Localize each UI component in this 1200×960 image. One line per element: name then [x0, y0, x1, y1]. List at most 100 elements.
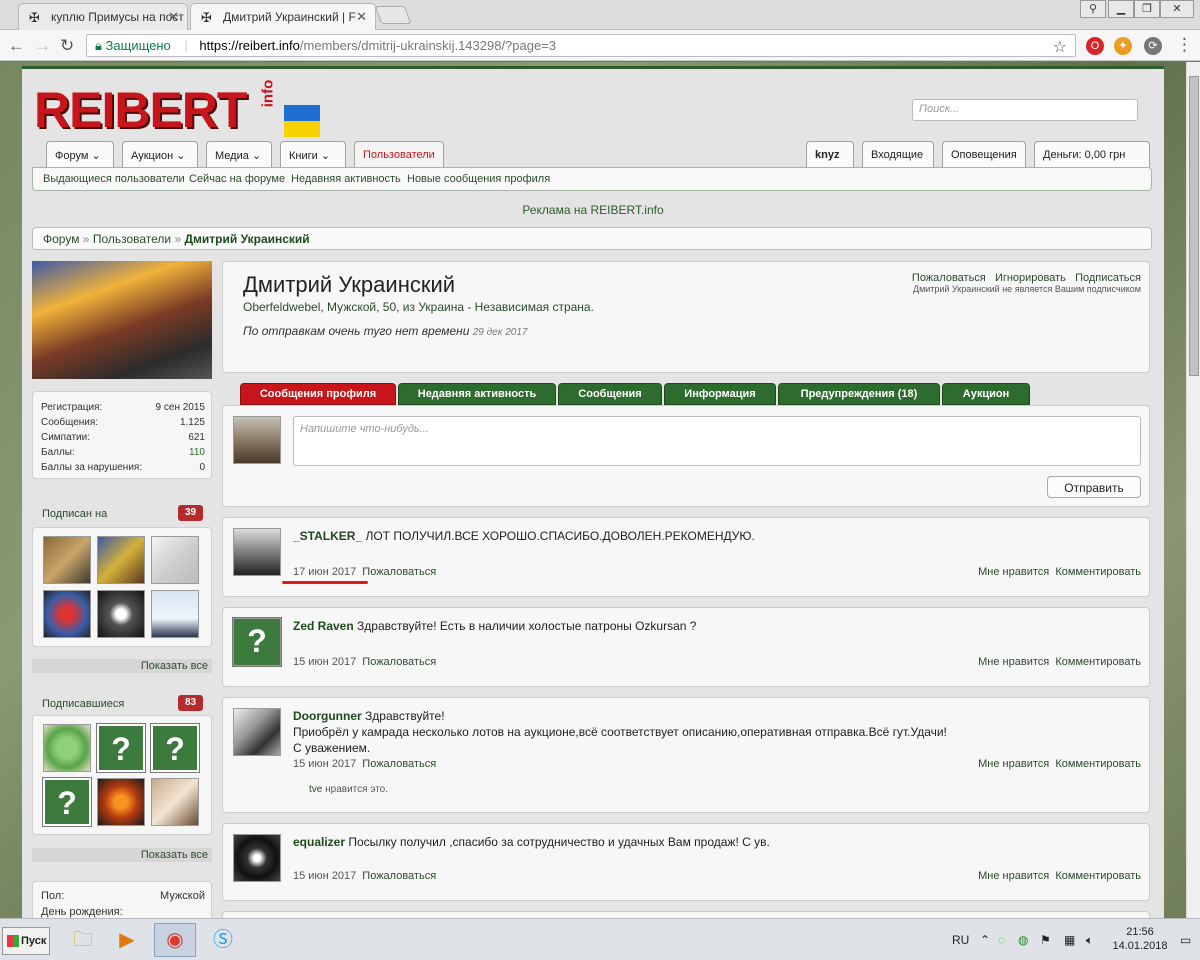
- media-player-icon[interactable]: ▶: [106, 923, 148, 957]
- send-button[interactable]: Отправить: [1047, 476, 1141, 498]
- message-author[interactable]: Zed Raven: [293, 619, 354, 633]
- report-link[interactable]: Пожаловаться: [362, 656, 436, 668]
- like-link[interactable]: Мне нравится: [978, 656, 1049, 668]
- like-link[interactable]: Мне нравится: [978, 758, 1049, 770]
- subnav-new-profile-posts[interactable]: Новые сообщения профиля: [407, 173, 550, 185]
- message-date[interactable]: 15 июн 2017: [293, 758, 356, 770]
- message-date[interactable]: 15 июн 2017: [293, 870, 356, 882]
- report-link[interactable]: Пожаловаться: [362, 870, 436, 882]
- system-clock[interactable]: 21:56 14.01.2018: [1110, 925, 1170, 953]
- tray-app-icon[interactable]: ◍: [1018, 933, 1028, 947]
- like-link[interactable]: Мне нравится: [978, 566, 1049, 578]
- message-avatar[interactable]: [233, 834, 281, 882]
- menu-dots-icon[interactable]: ⋮: [1176, 35, 1193, 55]
- nav-books[interactable]: Книги ⌄: [280, 141, 346, 167]
- follower-avatar[interactable]: [43, 724, 91, 772]
- tab-warnings[interactable]: Предупреждения (18): [778, 383, 940, 405]
- minimize-icon[interactable]: ▁: [1108, 0, 1134, 18]
- following-show-all-link[interactable]: Показать все: [32, 659, 212, 673]
- following-avatar[interactable]: [97, 590, 145, 638]
- user-icon[interactable]: ⚲: [1080, 0, 1106, 18]
- report-link[interactable]: Пожаловаться: [362, 566, 436, 578]
- profile-post-textarea[interactable]: Напишите что-нибудь...: [293, 416, 1141, 466]
- message-author[interactable]: _STALKER_: [293, 529, 362, 543]
- new-tab-button[interactable]: [374, 6, 412, 24]
- language-indicator[interactable]: RU: [952, 933, 969, 947]
- flag-icon[interactable]: ⚑: [1040, 933, 1051, 947]
- following-avatar[interactable]: [43, 536, 91, 584]
- message-author[interactable]: equalizer: [293, 835, 345, 849]
- tab-auction[interactable]: Аукцион: [942, 383, 1030, 405]
- scrollbar-thumb[interactable]: [1189, 76, 1199, 376]
- subnav-online-now[interactable]: Сейчас на форуме: [189, 173, 285, 185]
- comment-link[interactable]: Комментировать: [1055, 870, 1141, 882]
- message-date[interactable]: 15 июн 2017: [293, 656, 356, 668]
- breadcrumb-current[interactable]: Дмитрий Украинский: [185, 232, 310, 246]
- tab-messages[interactable]: Сообщения: [558, 383, 662, 405]
- nav-auction[interactable]: Аукцион ⌄: [122, 141, 198, 167]
- default-avatar-icon[interactable]: ?: [42, 777, 92, 827]
- stat-value[interactable]: 1.125: [180, 417, 205, 428]
- likes-user[interactable]: tve: [309, 784, 322, 795]
- tray-expand-icon[interactable]: ⌃: [980, 933, 990, 947]
- back-arrow-icon[interactable]: ←: [8, 36, 25, 56]
- breadcrumb-users[interactable]: Пользователи: [93, 232, 171, 246]
- chrome-icon[interactable]: ◉: [154, 923, 196, 957]
- tab-profile-posts[interactable]: Сообщения профиля: [240, 383, 396, 405]
- extension-puzzle-icon[interactable]: ✦: [1114, 37, 1132, 55]
- bookmark-star-icon[interactable]: ☆: [1053, 37, 1067, 57]
- following-avatar[interactable]: [97, 536, 145, 584]
- default-avatar-icon[interactable]: ?: [150, 723, 200, 773]
- restore-icon[interactable]: ❐: [1134, 0, 1160, 18]
- ignore-link[interactable]: Игнорировать: [995, 272, 1066, 284]
- extension-opera-icon[interactable]: O: [1086, 37, 1104, 55]
- advertising-link[interactable]: Реклама на REIBERT.info: [22, 203, 1164, 217]
- nav-media[interactable]: Медиа ⌄: [206, 141, 272, 167]
- close-icon[interactable]: ✕: [356, 9, 367, 25]
- start-button[interactable]: Пуск: [2, 927, 50, 955]
- volume-icon[interactable]: 🔈︎: [1086, 933, 1093, 948]
- comment-link[interactable]: Комментировать: [1055, 566, 1141, 578]
- page-scrollbar[interactable]: [1186, 62, 1200, 918]
- like-link[interactable]: Мне нравится: [978, 870, 1049, 882]
- nav-account[interactable]: knyz: [806, 141, 854, 167]
- reload-icon[interactable]: ↻: [60, 36, 74, 56]
- message-avatar[interactable]: [233, 528, 281, 576]
- nav-inbox[interactable]: Входящие: [862, 141, 934, 167]
- follow-link[interactable]: Подписаться: [1075, 272, 1141, 284]
- browser-tab-primus[interactable]: ✠ куплю Примусы на пост ✕: [18, 3, 188, 30]
- following-avatar[interactable]: [151, 590, 199, 638]
- extension-sync-icon[interactable]: ⟳: [1144, 37, 1162, 55]
- subnav-notable-members[interactable]: Выдающиеся пользователи: [43, 173, 185, 185]
- search-input[interactable]: Поиск...: [912, 99, 1138, 121]
- nav-money[interactable]: Деньги: 0,00 грн: [1034, 141, 1150, 167]
- report-link[interactable]: Пожаловаться: [362, 758, 436, 770]
- skype-icon[interactable]: Ⓢ: [202, 923, 244, 957]
- message-date[interactable]: 17 июн 2017: [293, 566, 356, 578]
- window-close-icon[interactable]: ✕: [1160, 0, 1194, 18]
- report-link[interactable]: Пожаловаться: [912, 272, 986, 284]
- my-avatar[interactable]: [233, 416, 281, 464]
- following-avatar[interactable]: [43, 590, 91, 638]
- tab-recent-activity[interactable]: Недавняя активность: [398, 383, 556, 405]
- explorer-folder-icon[interactable]: 🗀: [62, 923, 104, 957]
- follower-avatar[interactable]: [151, 778, 199, 826]
- nav-users[interactable]: Пользователи: [354, 141, 444, 167]
- site-logo[interactable]: REIBERT info: [34, 80, 320, 138]
- profile-avatar[interactable]: [32, 261, 212, 379]
- comment-link[interactable]: Комментировать: [1055, 656, 1141, 668]
- comment-link[interactable]: Комментировать: [1055, 758, 1141, 770]
- follower-avatar[interactable]: [97, 778, 145, 826]
- breadcrumb-forum[interactable]: Форум: [43, 232, 79, 246]
- close-icon[interactable]: ✕: [168, 9, 179, 25]
- notifications-icon[interactable]: ▭: [1180, 933, 1191, 947]
- default-avatar-icon[interactable]: ?: [232, 617, 282, 667]
- message-author[interactable]: Doorgunner: [293, 709, 362, 723]
- followers-show-all-link[interactable]: Показать все: [32, 848, 212, 862]
- nav-forum[interactable]: Форум ⌄: [46, 141, 114, 167]
- tab-information[interactable]: Информация: [664, 383, 776, 405]
- nav-alerts[interactable]: Оповещения: [942, 141, 1026, 167]
- message-avatar[interactable]: [233, 708, 281, 756]
- following-avatar[interactable]: [151, 536, 199, 584]
- network-icon[interactable]: ▦: [1064, 933, 1075, 947]
